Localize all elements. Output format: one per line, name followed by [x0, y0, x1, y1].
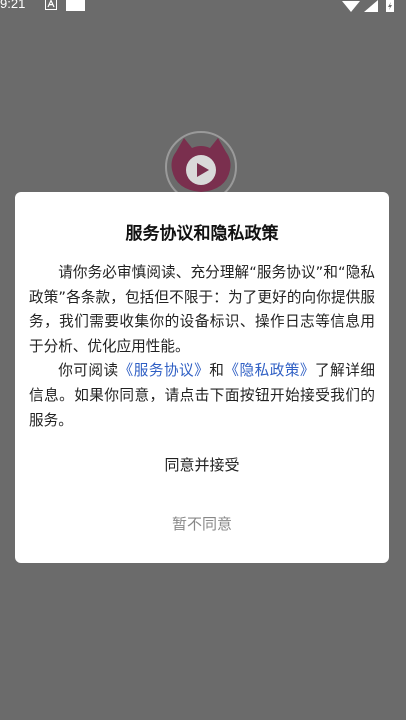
status-time: 9:21: [0, 0, 26, 11]
dialog-title: 服务协议和隐私政策: [125, 224, 279, 244]
dialog-paragraph-1: 请你务必审慎阅读、充分理解“服务协议”和“隐私政策”各条款，包括但不限于：为了更…: [29, 264, 375, 355]
service-agreement-link[interactable]: 《服务协议》: [119, 362, 210, 379]
status-bar: 9:21: [0, 0, 406, 14]
agree-button[interactable]: 同意并接受: [15, 451, 389, 479]
dialog-paragraph-2: 你可阅读《服务协议》和《隐私政策》了解详细信息。如果你同意，请点击下面按钮开始接…: [29, 359, 375, 433]
privacy-policy-link[interactable]: 《隐私政策》: [224, 362, 315, 379]
status-icons: [342, 0, 402, 12]
battery-icon: [386, 0, 394, 12]
privacy-dialog: 服务协议和隐私政策 请你务必审慎阅读、充分理解“服务协议”和“隐私政策”各条款，…: [15, 192, 389, 563]
dialog-body: 请你务必审慎阅读、充分理解“服务协议”和“隐私政策”各条款，包括但不限于：为了更…: [29, 261, 375, 433]
screen: 9:21 服务协议和隐私政策 请你务必审慎阅读、充分理解“服务协议”和“隐私政策…: [0, 0, 406, 720]
wifi-icon: [342, 1, 360, 12]
paragraph-2-prefix: 你可阅读: [58, 362, 119, 380]
decline-button[interactable]: 暂不同意: [15, 510, 389, 538]
square-icon: [66, 0, 85, 11]
and-text: 和: [209, 362, 225, 380]
a-letter-icon: [45, 0, 57, 10]
signal-icon: [364, 0, 378, 12]
